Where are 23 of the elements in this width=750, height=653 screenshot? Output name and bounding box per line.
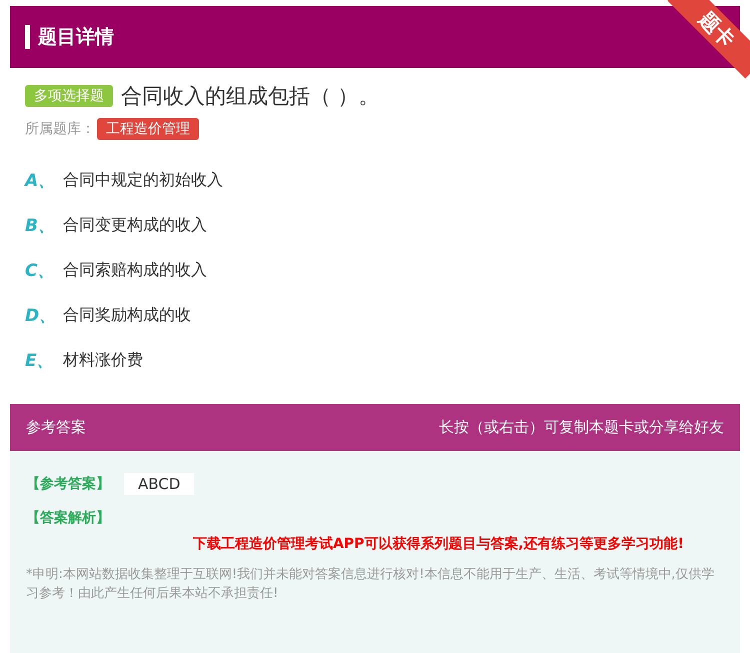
option-text: 材料涨价费: [63, 350, 143, 371]
answer-label: 【参考答案】: [26, 475, 110, 493]
disclaimer-text: *申明:本网站数据收集整理于互联网!我们并未能对答案信息进行核对!本信息不能用于生产、生活、考试等情境中,仅供学习参考！由此产生任何后果本站不承担责任!: [26, 566, 716, 603]
analysis-label: 【答案解析】: [26, 509, 111, 527]
option-text: 合同中规定的初始收入: [63, 170, 223, 191]
option-letter: D、: [25, 305, 53, 327]
option-text: 合同索赔构成的收入: [63, 260, 207, 281]
option-letter: C、: [25, 260, 53, 282]
answer-title: 参考答案: [26, 418, 86, 437]
option-text: 合同奖励构成的收: [63, 305, 191, 326]
bank-label: 所属题库：: [25, 120, 95, 138]
promo-text: 下载工程造价管理考试APP可以获得系列题目与答案,还有练习等更多学习功能!: [192, 535, 685, 553]
option-letter: A、: [25, 170, 53, 192]
title-marker: [25, 25, 30, 49]
option-letter: E、: [25, 350, 53, 372]
question-text: 合同收入的组成包括（ ）。: [121, 83, 380, 110]
option-text: 合同变更构成的收入: [63, 215, 207, 236]
option-letter: B、: [25, 215, 53, 237]
page-title: 题目详情: [38, 25, 114, 50]
question-type-tag: 多项选择题: [25, 85, 113, 107]
answer-value: ABCD: [124, 473, 194, 495]
bank-tag[interactable]: 工程造价管理: [97, 118, 199, 140]
share-hint: 长按（或右击）可复制本题卡或分享给好友: [439, 418, 724, 437]
